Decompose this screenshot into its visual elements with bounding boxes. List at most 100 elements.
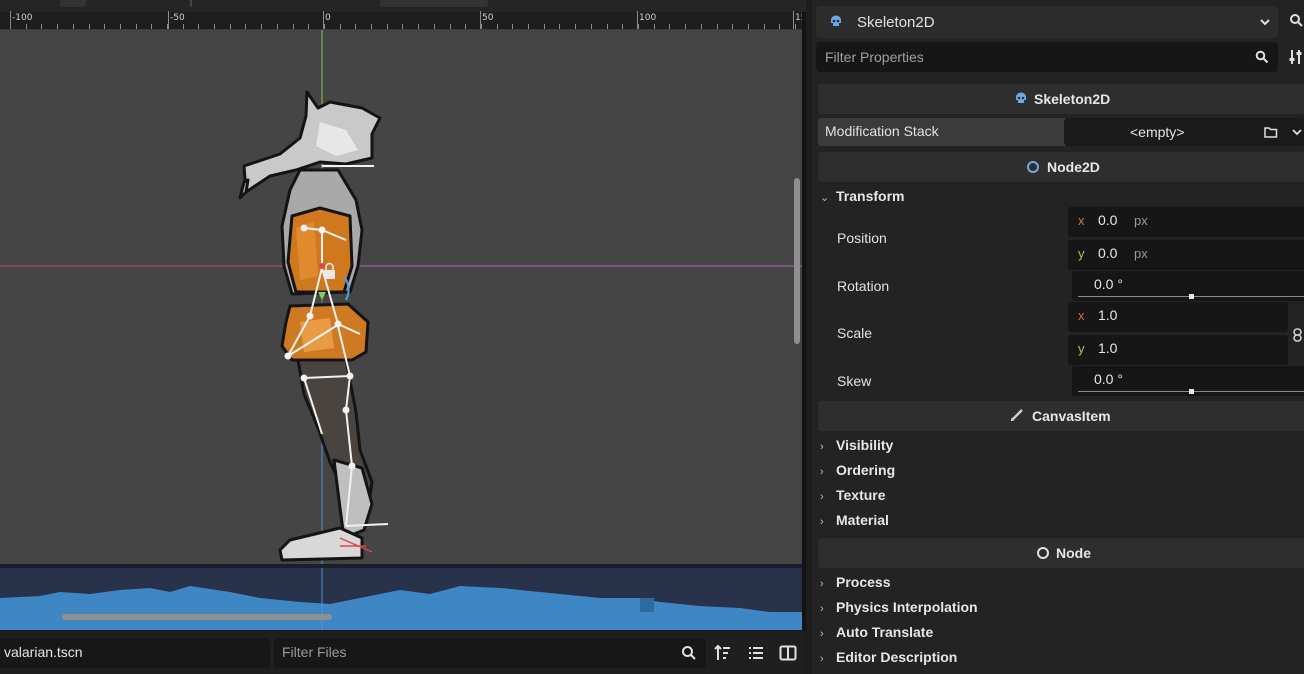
skew-value: 0.0 ° — [1094, 371, 1123, 387]
filesystem-bar: valarian.tscn Filter Files — [0, 632, 806, 674]
category-label: Material — [836, 512, 889, 528]
canvas-viewport[interactable]: -100 -50 0 50 100 15 — [0, 0, 806, 630]
property-label-scale: Scale — [837, 325, 873, 341]
ruler-minor-tick — [528, 24, 529, 29]
ruler-minor-tick — [434, 24, 435, 29]
search-icon[interactable] — [680, 644, 698, 662]
section-title: Skeleton2D — [1034, 91, 1111, 107]
ruler-tick — [168, 11, 169, 29]
skew-slider[interactable]: 0.0 ° — [1072, 366, 1304, 396]
category-label: Transform — [836, 188, 905, 204]
slider-grabber[interactable] — [1189, 294, 1194, 299]
help-docs-icon[interactable] — [1286, 13, 1304, 33]
character-sprite-with-skeleton — [0, 30, 802, 564]
node-selector-dropdown[interactable]: Skeleton2D — [816, 6, 1278, 38]
ruler-minor-tick — [544, 24, 545, 29]
chevron-right-icon: › — [820, 628, 824, 640]
scene-canvas[interactable] — [0, 30, 802, 564]
category-label: Texture — [836, 487, 886, 503]
section-canvasitem: CanvasItem — [818, 401, 1304, 431]
ruler-label: -50 — [170, 13, 185, 23]
section-title: Node2D — [1047, 159, 1100, 175]
ruler-minor-tick — [591, 24, 592, 29]
load-resource-icon[interactable] — [1264, 126, 1278, 138]
ruler-minor-tick — [387, 24, 388, 29]
ruler-minor-tick — [26, 24, 27, 29]
ruler-minor-tick — [151, 24, 152, 29]
toolbar-button[interactable] — [60, 0, 86, 7]
horizontal-scrollbar[interactable] — [62, 614, 332, 620]
modification-stack-label: Modification Stack — [825, 123, 939, 139]
ruler-minor-tick — [293, 24, 294, 29]
node2d-icon — [1027, 161, 1039, 173]
axis-label-x: x — [1078, 308, 1085, 323]
category-label: Visibility — [836, 437, 894, 453]
ruler-minor-tick — [622, 24, 623, 29]
node-icon — [1037, 547, 1049, 559]
list-view-icon[interactable] — [747, 644, 765, 662]
ruler-minor-tick — [308, 24, 309, 29]
pencil-icon — [1011, 409, 1023, 421]
category-label: Auto Translate — [836, 624, 934, 640]
ruler-minor-tick — [73, 24, 74, 29]
category-auto-translate[interactable]: › Auto Translate — [820, 624, 933, 640]
position-x-field[interactable]: x 0.0 px — [1068, 207, 1304, 237]
scale-y-field[interactable]: y 1.0 — [1068, 335, 1288, 365]
slider-grabber[interactable] — [1189, 389, 1194, 394]
ruler-minor-tick — [764, 24, 765, 29]
ruler-minor-tick — [245, 24, 246, 29]
vertical-scrollbar[interactable] — [794, 178, 800, 344]
filter-files-input[interactable]: Filter Files — [274, 638, 706, 668]
chevron-right-icon: › — [820, 603, 824, 615]
chevron-down-icon — [1260, 19, 1270, 26]
sort-icon[interactable] — [714, 644, 732, 662]
category-editor-description[interactable]: › Editor Description — [820, 649, 957, 665]
horizontal-ruler: -100 -50 0 50 100 15 — [0, 11, 806, 30]
category-process[interactable]: › Process — [820, 574, 890, 590]
scene-path-field[interactable]: valarian.tscn — [0, 638, 270, 668]
chevron-down-icon[interactable] — [1292, 128, 1302, 136]
ruler-label: -100 — [12, 13, 33, 23]
split-view-icon[interactable] — [779, 644, 797, 662]
skeleton-icon — [1016, 92, 1026, 103]
ruler-minor-tick — [669, 24, 670, 29]
chevron-right-icon: › — [820, 516, 824, 528]
category-material[interactable]: › Material — [820, 512, 889, 528]
section-node2d: Node2D — [818, 152, 1304, 182]
rotation-slider[interactable]: 0.0 ° — [1072, 271, 1304, 301]
ruler-minor-tick — [465, 24, 466, 29]
property-settings-icon[interactable] — [1288, 48, 1304, 66]
category-ordering[interactable]: › Ordering — [820, 462, 895, 478]
modification-stack-picker[interactable]: <empty> — [1064, 118, 1304, 146]
category-transform[interactable]: ⌄ Transform — [820, 188, 904, 204]
category-texture[interactable]: › Texture — [820, 487, 886, 503]
ruler-minor-tick — [559, 24, 560, 29]
ruler-minor-tick — [607, 24, 608, 29]
position-x-unit: px — [1134, 213, 1148, 228]
skeleton-icon — [831, 15, 841, 26]
ruler-minor-tick — [497, 24, 498, 29]
ruler-minor-tick — [167, 24, 168, 29]
property-label-position: Position — [837, 230, 887, 246]
link-icon[interactable] — [1292, 328, 1304, 342]
category-label: Editor Description — [836, 649, 958, 665]
ruler-minor-tick — [136, 24, 137, 29]
ruler-minor-tick — [450, 24, 451, 29]
filter-properties-input[interactable]: Filter Properties — [816, 42, 1278, 72]
section-title: Node — [1056, 545, 1091, 561]
ruler-minor-tick — [481, 24, 482, 29]
category-visibility[interactable]: › Visibility — [820, 437, 893, 453]
scale-x-field[interactable]: x 1.0 — [1068, 302, 1288, 332]
position-y-field[interactable]: y 0.0 px — [1068, 240, 1304, 270]
ruler-minor-tick — [104, 24, 105, 29]
ruler-minor-tick — [89, 24, 90, 29]
chevron-right-icon: › — [820, 466, 824, 478]
position-y-unit: px — [1134, 246, 1148, 261]
property-label-rotation: Rotation — [837, 278, 890, 294]
toolbar-button[interactable] — [380, 0, 488, 7]
panel-divider[interactable] — [802, 12, 806, 630]
ruler-minor-tick — [41, 24, 42, 29]
water-terrain — [0, 568, 802, 630]
category-physics-interpolation[interactable]: › Physics Interpolation — [820, 599, 978, 615]
modification-stack-value: <empty> — [1130, 124, 1185, 140]
